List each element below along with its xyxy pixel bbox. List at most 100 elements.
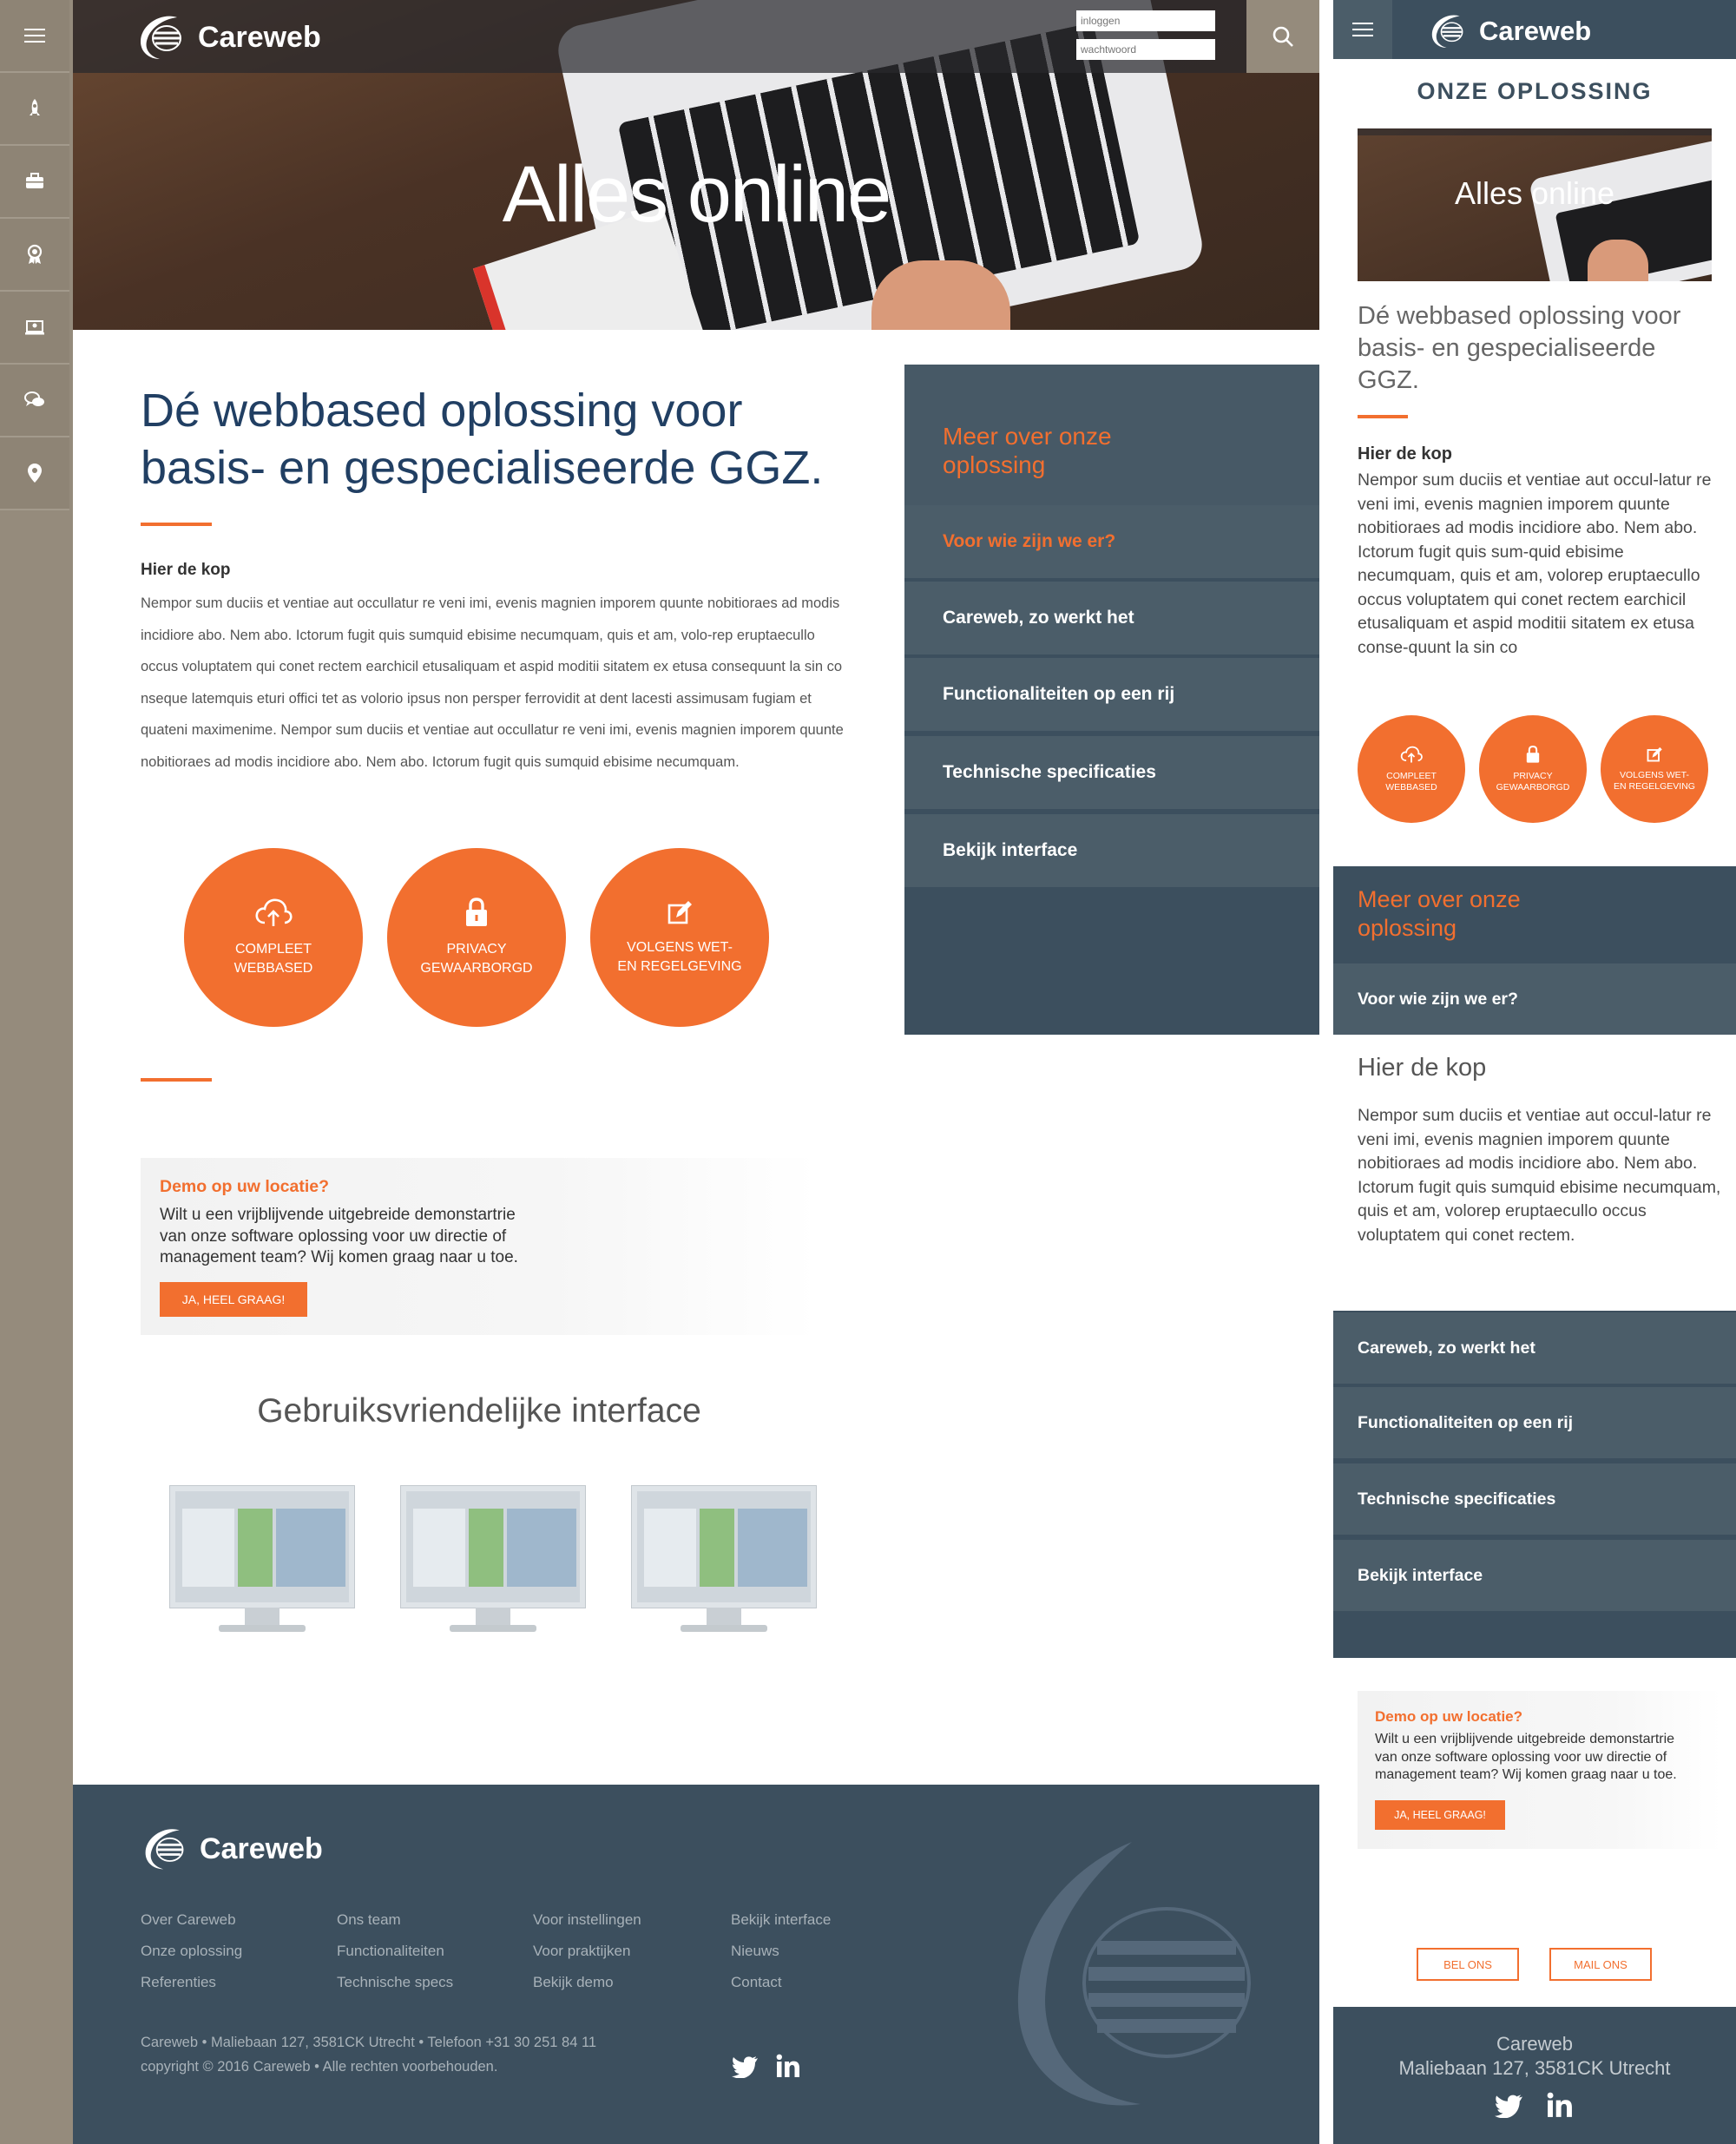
mobile-subhead: Hier de kop [1358, 444, 1452, 464]
footer-logo[interactable]: Careweb [141, 1825, 323, 1873]
mobile-title-underline [1358, 415, 1408, 418]
search-button[interactable] [1246, 0, 1319, 73]
lock-icon [1526, 745, 1540, 763]
mobile-demo-button[interactable]: JA, HEEL GRAAG! [1375, 1800, 1505, 1830]
desktop-page: Careweb Alles online Dé webbased oplossi… [73, 0, 1319, 2144]
search-icon [1272, 26, 1293, 47]
mobile-demo-box: Demo op uw locatie? Wilt u een vrijblijv… [1358, 1691, 1722, 1849]
sidenav-heading-line2: oplossing [943, 451, 1046, 478]
feature-regelgeving-line1: VOLGENS WET- [627, 940, 733, 955]
footer-link[interactable]: Over Careweb [141, 1911, 236, 1929]
username-input[interactable] [1076, 10, 1215, 31]
chat-icon [24, 391, 44, 406]
careweb-logo[interactable]: Careweb [135, 12, 321, 62]
mobile-demo-line1: Wilt u een vrijblijvende uitgebreide dem… [1375, 1732, 1675, 1746]
twitter-icon[interactable] [1494, 2094, 1523, 2118]
mobile-nav-item-interface[interactable]: Bekijk interface [1333, 1540, 1736, 1611]
intro-subhead: Hier de kop [141, 561, 231, 579]
mobile-feature-privacy[interactable]: PRIVACY GEWAARBORGD [1479, 715, 1587, 823]
footer-link[interactable]: Voor instellingen [533, 1911, 641, 1929]
footer-link[interactable]: Contact [731, 1974, 782, 1991]
mobile-feature-line1: VOLGENS WET- [1620, 770, 1689, 780]
feature-privacy[interactable]: PRIVACY GEWAARBORGD [387, 848, 566, 1027]
footer-link[interactable]: Bekijk demo [533, 1974, 614, 1991]
footer-link[interactable]: Bekijk interface [731, 1911, 831, 1929]
intro-title-line1: Dé webbased oplossing voor [141, 385, 743, 437]
mobile-feature-webbased[interactable]: COMPLEET WEBBASED [1358, 715, 1465, 823]
linkedin-icon[interactable] [776, 2054, 800, 2078]
left-rail [0, 0, 73, 2144]
rail-item-location[interactable] [0, 437, 69, 510]
sidenav-item-voor-wie[interactable]: Voor wie zijn we er? [904, 505, 1319, 578]
edit-icon [1647, 746, 1662, 762]
mobile-intro-line1: Dé webbased oplossing voor [1358, 302, 1681, 330]
mobile-nav-item-voor-wie[interactable]: Voor wie zijn we er? [1333, 963, 1736, 1035]
mobile-intro-title: Dé webbased oplossing voor basis- en ges… [1358, 300, 1722, 397]
footer-link[interactable]: Referenties [141, 1974, 216, 1991]
mobile-section-title: ONZE OPLOSSING [1417, 78, 1653, 104]
presentation-icon [25, 320, 44, 335]
feature-regelgeving[interactable]: VOLGENS WET- EN REGELGEVING [590, 848, 769, 1027]
rail-item-rocket[interactable] [0, 73, 69, 146]
twitter-icon[interactable] [731, 2055, 759, 2078]
interface-screenshot-1[interactable] [167, 1486, 358, 1651]
demo-text-line1: Wilt u een vrijblijvende uitgebreide dem… [160, 1206, 516, 1224]
interface-screenshot-2[interactable] [398, 1486, 589, 1651]
mobile-demo-line2: van onze software oplossing voor uw dire… [1375, 1749, 1667, 1765]
mobile-nav-heading-line1: Meer over onze [1358, 886, 1521, 912]
demo-text: Wilt u een vrijblijvende uitgebreide dem… [160, 1205, 518, 1269]
rocket-icon [30, 99, 40, 115]
intro-body: Nempor sum duciis et ventiae aut occulla… [141, 595, 844, 770]
footer-link[interactable]: Nieuws [731, 1943, 779, 1960]
cloud-upload-icon [1400, 746, 1423, 763]
hero-hand-image [871, 260, 1010, 330]
section-divider [141, 1078, 212, 1082]
footer: Careweb Over Careweb Onze oplossing Refe… [73, 1785, 1319, 2144]
footer-link[interactable]: Technische specs [337, 1974, 453, 1991]
mobile-top-bar: Careweb [1333, 0, 1736, 59]
mobile-nav-item-zo-werkt-het[interactable]: Careweb, zo werkt het [1333, 1312, 1736, 1384]
rail-item-presentation[interactable] [0, 292, 69, 365]
mobile-hero: Alles online [1358, 128, 1712, 281]
rail-item-chat[interactable] [0, 365, 69, 437]
mail-ons-button[interactable]: MAIL ONS [1549, 1948, 1652, 1981]
feature-webbased[interactable]: COMPLEET WEBBASED [184, 848, 363, 1027]
demo-button[interactable]: JA, HEEL GRAAG! [160, 1282, 307, 1317]
title-underline [141, 523, 212, 526]
mobile-nav-item-specificaties[interactable]: Technische specificaties [1333, 1463, 1736, 1535]
mobile-nav-item-functionaliteiten[interactable]: Functionaliteiten op een rij [1333, 1387, 1736, 1458]
mobile-feature-regelgeving[interactable]: VOLGENS WET- EN REGELGEVING [1601, 715, 1708, 823]
sidenav-item-zo-werkt-het[interactable]: Careweb, zo werkt het [904, 582, 1319, 654]
menu-icon [1352, 23, 1373, 36]
sidenav-item-specificaties[interactable]: Technische specificaties [904, 736, 1319, 809]
sidenav-item-interface[interactable]: Bekijk interface [904, 814, 1319, 887]
award-icon [27, 244, 43, 264]
footer-link[interactable]: Voor praktijken [533, 1943, 630, 1960]
mobile-intro-body: Nempor sum duciis et ventiae aut occul-l… [1358, 470, 1712, 657]
password-input[interactable] [1076, 39, 1215, 60]
mobile-second-head: Hier de kop [1358, 1054, 1487, 1082]
mobile-second-body: Nempor sum duciis et ventiae aut occul-l… [1358, 1106, 1721, 1245]
mobile-logo[interactable]: Careweb [1427, 12, 1591, 50]
side-navigation: Meer over onze oplossing Voor wie zijn w… [904, 365, 1319, 1035]
sidenav-item-functionaliteiten[interactable]: Functionaliteiten op een rij [904, 658, 1319, 731]
demo-text-line2: van onze software oplossing voor uw dire… [160, 1227, 507, 1246]
feature-privacy-line1: PRIVACY [446, 942, 507, 957]
footer-link[interactable]: Ons team [337, 1911, 401, 1929]
mobile-footer: Careweb Maliebaan 127, 3581CK Utrecht [1333, 2007, 1736, 2144]
interface-screenshot-3[interactable] [628, 1486, 819, 1651]
mobile-nav-heading-line2: oplossing [1358, 915, 1457, 941]
linkedin-icon[interactable] [1547, 2092, 1573, 2118]
footer-link[interactable]: Functionaliteiten [337, 1943, 444, 1960]
menu-button[interactable] [0, 0, 69, 73]
mobile-menu-button[interactable] [1333, 0, 1392, 59]
rail-item-award[interactable] [0, 219, 69, 292]
rail-item-briefcase[interactable] [0, 146, 69, 219]
mobile-feature-line2: GEWAARBORGD [1496, 782, 1570, 792]
cloud-upload-icon [255, 898, 293, 926]
mobile-intro-line2: basis- en gespecialiseerde [1358, 334, 1656, 362]
demo-box: Demo op uw locatie? Wilt u een vrijblijv… [141, 1158, 818, 1335]
footer-copyright: copyright © 2016 Careweb • Alle rechten … [141, 2059, 498, 2075]
bel-ons-button[interactable]: BEL ONS [1417, 1948, 1519, 1981]
footer-link[interactable]: Onze oplossing [141, 1943, 242, 1960]
